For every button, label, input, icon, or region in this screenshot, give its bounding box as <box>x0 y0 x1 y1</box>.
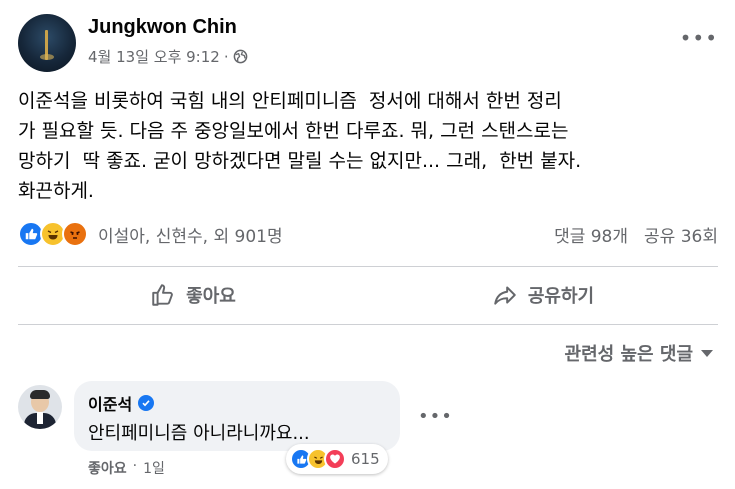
like-label: 좋아요 <box>186 286 236 307</box>
verified-badge-icon <box>138 395 155 411</box>
more-options-button[interactable]: ••• <box>680 26 718 50</box>
divider <box>18 324 718 325</box>
commenter-avatar[interactable] <box>18 385 62 429</box>
comment-text: 안티페미니즘 아니라니까요... <box>88 423 310 444</box>
author-name[interactable]: Jungkwon Chin <box>88 16 237 39</box>
comment-author-row: 이준석 <box>88 391 386 415</box>
thumbs-up-icon <box>152 284 174 306</box>
share-count[interactable]: 공유 36회 <box>644 222 718 247</box>
reaction-icons[interactable] <box>18 221 88 247</box>
angry-icon <box>62 221 88 247</box>
sort-label: 관련성 높은 댓글 <box>564 344 693 365</box>
post-date[interactable]: 4월 13일 오후 9:12 <box>88 46 220 67</box>
comment-footer: 좋아요 · 1일 <box>88 458 165 478</box>
comment-reactions[interactable]: 615 <box>286 444 388 474</box>
love-icon <box>324 448 346 470</box>
comment-author[interactable]: 이준석 <box>88 391 132 415</box>
share-label: 공유하기 <box>527 286 595 307</box>
author-avatar[interactable] <box>18 14 76 72</box>
comment-more-button[interactable]: ••• <box>418 406 453 427</box>
reactions-summary: 이설아, 신현수, 외 901명 댓글 98개 공유 36회 <box>18 218 718 250</box>
like-button[interactable]: 좋아요 <box>18 272 368 318</box>
comment-like-button[interactable]: 좋아요 <box>88 458 127 478</box>
engagement-counts: 댓글 98개 공유 36회 <box>554 222 718 247</box>
comment-bubble: 이준석 안티페미니즘 아니라니까요... <box>74 381 400 451</box>
more-horizontal-icon: ••• <box>679 26 718 50</box>
post-actions: 좋아요 공유하기 <box>18 272 718 318</box>
comment-count[interactable]: 댓글 98개 <box>554 222 628 247</box>
post-body-text: 이준석을 비롯하여 국힘 내의 안티페미니즘 정서에 대해서 한번 정리 가 필… <box>18 90 582 202</box>
globe-icon[interactable] <box>233 49 248 64</box>
divider <box>18 266 718 267</box>
post-header: Jungkwon Chin 4월 13일 오후 9:12 · ••• <box>18 14 718 72</box>
more-horizontal-icon: ••• <box>418 406 453 427</box>
comment-sort-dropdown[interactable]: 관련성 높은 댓글 <box>565 340 713 366</box>
share-arrow-icon <box>494 286 516 305</box>
meta-separator: · <box>223 47 229 66</box>
reaction-names[interactable]: 이설아, 신현수, 외 901명 <box>98 222 283 247</box>
comment-time[interactable]: 1일 <box>143 458 165 478</box>
comment-reaction-count: 615 <box>351 450 380 468</box>
post-meta: 4월 13일 오후 9:12 · <box>88 46 248 67</box>
footer-separator: · <box>132 458 138 474</box>
share-button[interactable]: 공유하기 <box>368 272 718 318</box>
caret-down-icon <box>701 349 713 357</box>
